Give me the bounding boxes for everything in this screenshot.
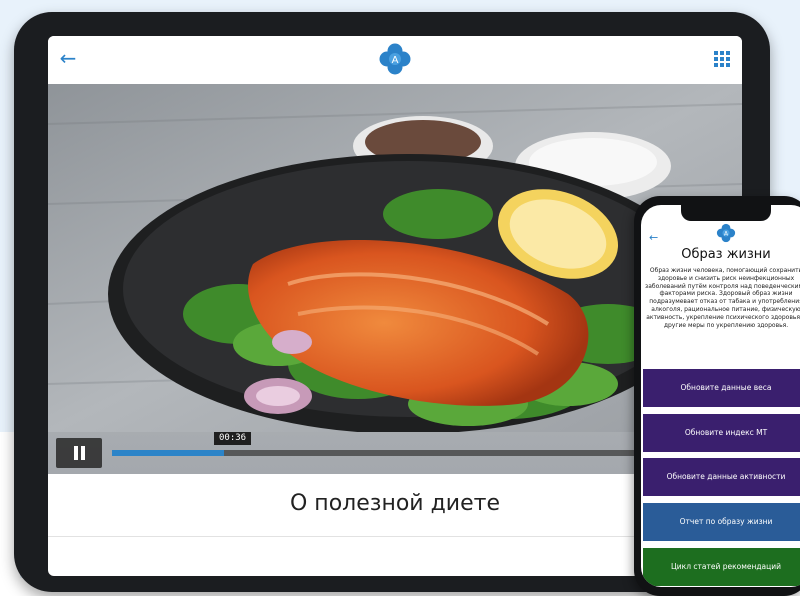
back-arrow-icon[interactable]: ← xyxy=(649,231,658,244)
app-logo-icon: A xyxy=(379,43,411,75)
update-activity-button[interactable]: Обновите данные активности xyxy=(643,458,800,496)
back-arrow-icon[interactable]: ← xyxy=(56,46,80,70)
lifestyle-report-button[interactable]: Отчет по образу жизни xyxy=(643,503,800,541)
logo-letter: A xyxy=(724,231,728,237)
update-bmi-button[interactable]: Обновите индекс МТ xyxy=(643,414,800,452)
description-text: Образ жизни человека, помогающий сохрани… xyxy=(645,267,800,329)
progress-fill xyxy=(112,450,224,456)
app-logo-icon: A xyxy=(716,223,736,243)
pause-button[interactable] xyxy=(56,438,102,468)
page-title: Образ жизни xyxy=(681,247,771,262)
time-tooltip: 00:36 xyxy=(214,432,252,445)
grid-menu-icon[interactable] xyxy=(714,51,730,67)
tablet-header: ← A xyxy=(48,36,742,84)
phone-notch xyxy=(681,205,771,221)
phone-device: ← A Образ жизни Образ жизни человека, по… xyxy=(634,196,800,596)
articles-series-button[interactable]: Цикл статей рекомендаций xyxy=(643,548,800,586)
phone-screen: ← A Образ жизни Образ жизни человека, по… xyxy=(641,205,800,587)
update-weight-button[interactable]: Обновите данные веса xyxy=(643,369,800,407)
logo-letter: A xyxy=(392,55,399,66)
